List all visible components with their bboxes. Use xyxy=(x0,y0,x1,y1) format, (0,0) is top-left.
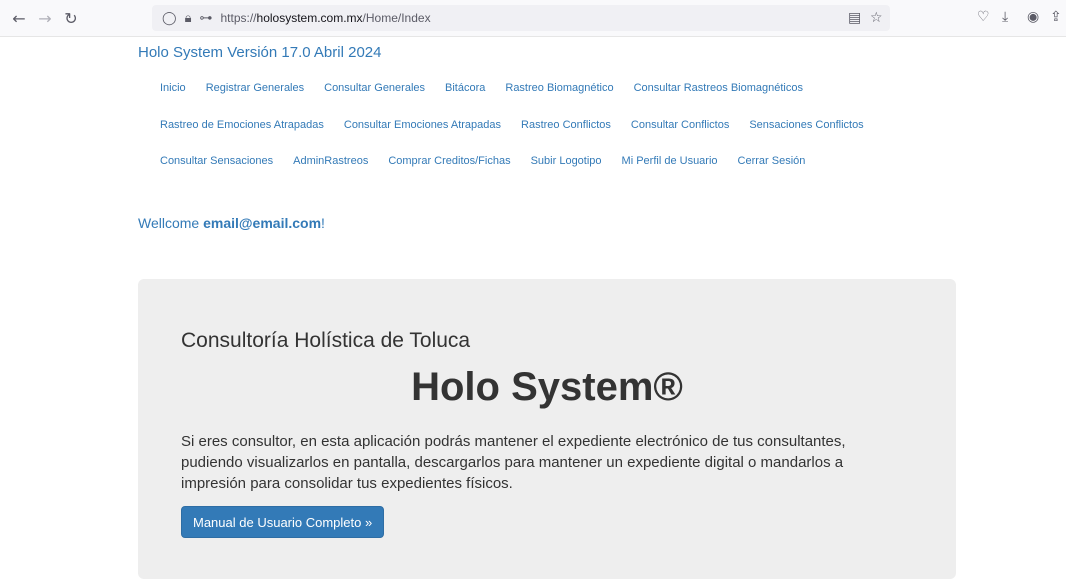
nav-link-comprar-creditos[interactable]: Comprar Creditos/Fichas xyxy=(388,155,510,167)
nav-link-admin-rastreos[interactable]: AdminRastreos xyxy=(293,155,368,167)
forward-arrow-icon[interactable]: → xyxy=(34,7,56,29)
lock-icon[interactable]: 🔒︎ xyxy=(185,11,192,26)
key-icon[interactable]: ⊶ xyxy=(199,11,212,26)
welcome-suffix: ! xyxy=(321,215,325,231)
shield-icon[interactable]: ◯ xyxy=(162,11,177,26)
nav-link-consultar-generales[interactable]: Consultar Generales xyxy=(324,82,425,94)
nav-link-registrar-generales[interactable]: Registrar Generales xyxy=(206,82,304,94)
nav-row-1: Inicio Registrar Generales Consultar Gen… xyxy=(160,82,823,94)
nav-link-sensaciones-conflictos[interactable]: Sensaciones Conflictos xyxy=(749,119,863,131)
nav-link-consultar-rastreos-biomagneticos[interactable]: Consultar Rastreos Biomagnéticos xyxy=(634,82,803,94)
nav-link-rastreo-biomagnetico[interactable]: Rastreo Biomagnético xyxy=(505,82,613,94)
nav-link-cerrar-sesion[interactable]: Cerrar Sesión xyxy=(738,155,806,167)
jumbotron-description: Si eres consultor, en esta aplicación po… xyxy=(181,433,846,492)
reader-view-icon[interactable]: ▤ xyxy=(848,10,861,26)
address-bar[interactable]: ◯ 🔒︎ ⊶ https://holosystem.com.mx/Home/In… xyxy=(152,5,890,31)
nav-link-rastreo-conflictos[interactable]: Rastreo Conflictos xyxy=(521,119,611,131)
browser-toolbar: ← → ↻ ◯ 🔒︎ ⊶ https://holosystem.com.mx/H… xyxy=(0,0,1066,37)
welcome-message: Wellcome email@email.com! xyxy=(138,215,325,231)
nav-link-consultar-sensaciones[interactable]: Consultar Sensaciones xyxy=(160,155,273,167)
pocket-icon[interactable]: ♡ xyxy=(977,9,990,25)
nav-link-consultar-conflictos[interactable]: Consultar Conflictos xyxy=(631,119,729,131)
url-prefix: https:// xyxy=(220,11,257,25)
nav-link-bitacora[interactable]: Bitácora xyxy=(445,82,485,94)
jumbotron-subtitle: Consultoría Holística de Toluca xyxy=(181,329,471,352)
back-arrow-icon[interactable]: ← xyxy=(8,7,30,29)
reload-icon[interactable]: ↻ xyxy=(60,7,82,29)
nav-row-2: Rastreo de Emociones Atrapadas Consultar… xyxy=(160,119,884,131)
url-path: /Home/Index xyxy=(362,11,431,25)
jumbotron: Consultoría Holística de Toluca Holo Sys… xyxy=(138,279,956,579)
nav-link-rastreo-emociones[interactable]: Rastreo de Emociones Atrapadas xyxy=(160,119,324,131)
bookmark-star-icon[interactable]: ☆ xyxy=(870,10,883,26)
site-brand[interactable]: Holo System Versión 17.0 Abril 2024 xyxy=(138,44,381,61)
url-domain: holosystem.com.mx xyxy=(256,11,363,25)
url-text[interactable]: https://holosystem.com.mx/Home/Index xyxy=(220,11,430,25)
user-manual-button[interactable]: Manual de Usuario Completo » xyxy=(181,506,385,538)
nav-link-mi-perfil[interactable]: Mi Perfil de Usuario xyxy=(622,155,718,167)
welcome-prefix: Wellcome xyxy=(138,215,204,231)
nav-link-inicio[interactable]: Inicio xyxy=(160,82,186,94)
jumbotron-title: Holo System® xyxy=(411,365,683,409)
nav-link-subir-logotipo[interactable]: Subir Logotipo xyxy=(531,155,602,167)
account-icon[interactable]: ◉ xyxy=(1027,9,1039,25)
nav-row-3: Consultar Sensaciones AdminRastreos Comp… xyxy=(160,155,825,167)
welcome-email[interactable]: email@email.com xyxy=(203,215,321,231)
download-icon[interactable]: ⤓ xyxy=(1002,9,1008,25)
nav-link-consultar-emociones[interactable]: Consultar Emociones Atrapadas xyxy=(344,119,501,131)
extensions-icon[interactable]: ⇪ xyxy=(1050,9,1062,25)
